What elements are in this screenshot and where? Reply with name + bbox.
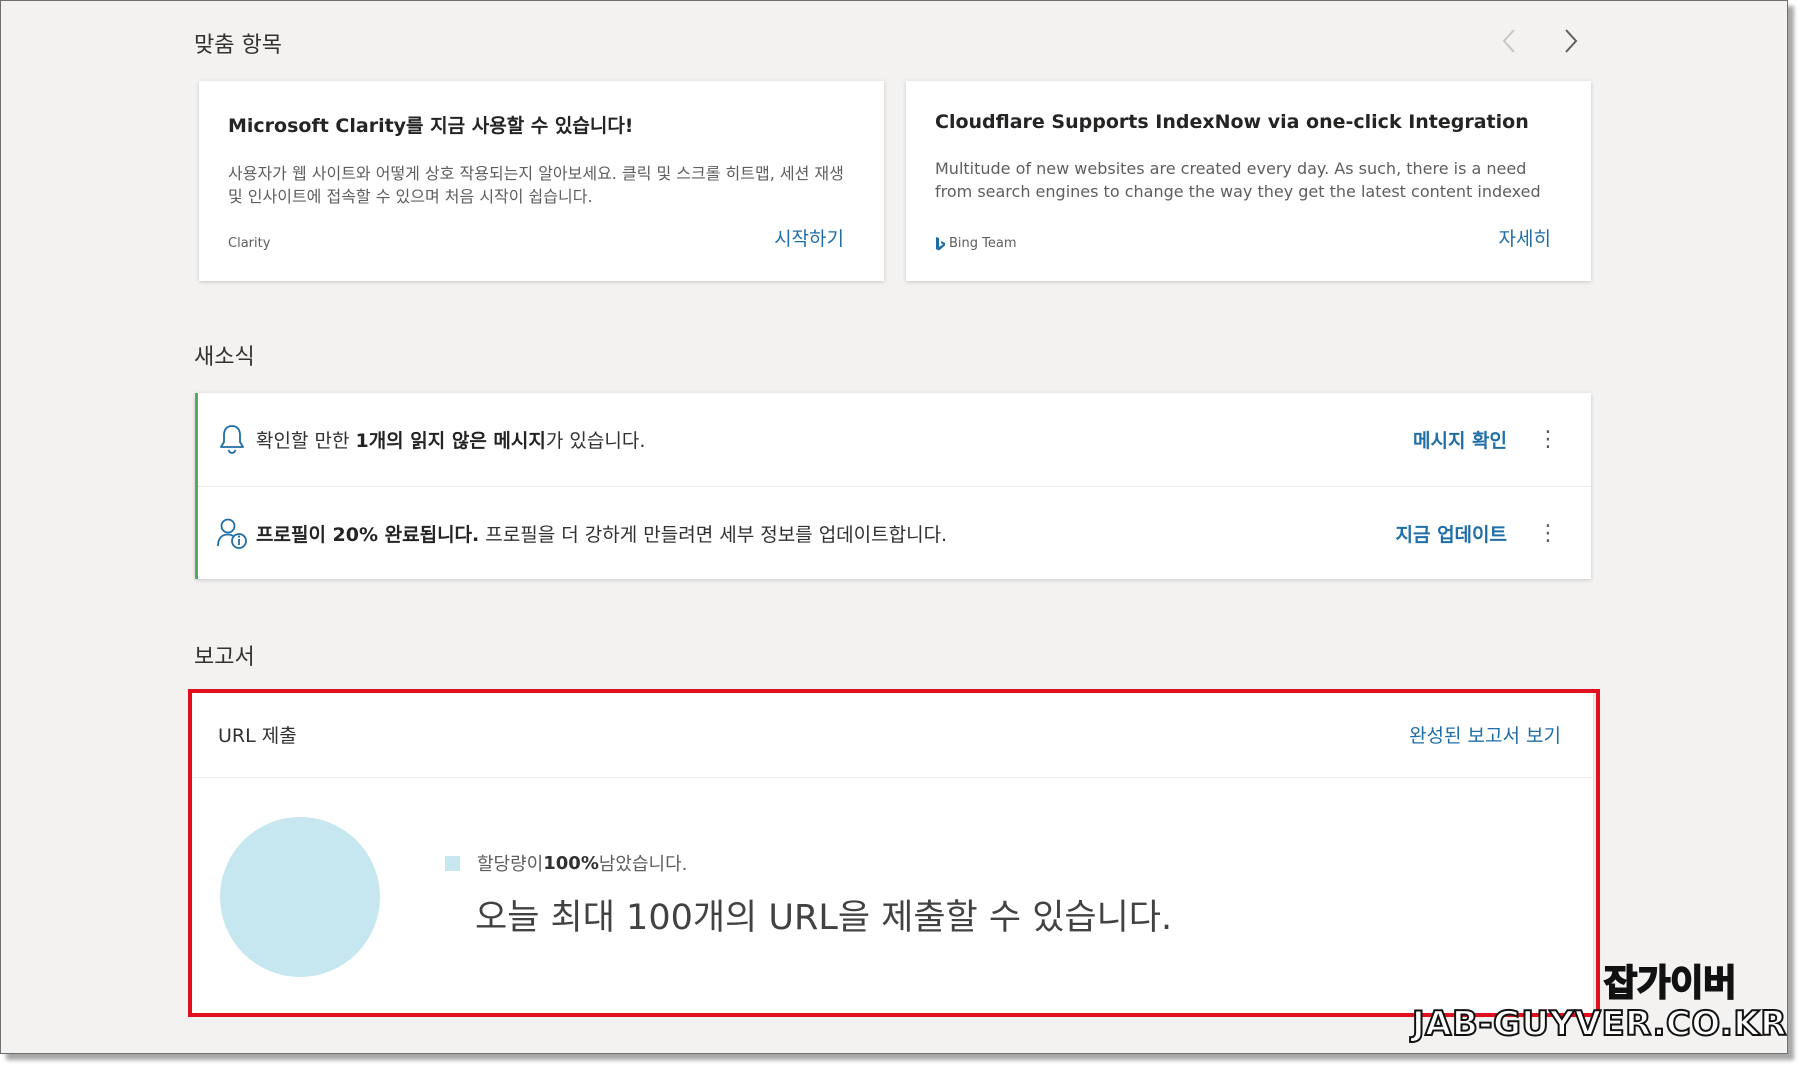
chevron-right-icon bbox=[1565, 29, 1578, 53]
watermark-title: 잡가이버 bbox=[1603, 962, 1737, 1005]
notification-row-profile: 프로필이 20% 완료됩니다. 프로필을 더 강하게 만들려면 세부 정보를 업… bbox=[198, 486, 1591, 580]
update-now-button[interactable]: 지금 업데이트 bbox=[1396, 520, 1508, 547]
notification-text-bold: 프로필이 20% 완료됩니다. bbox=[256, 524, 480, 546]
card-source-label: Bing Team bbox=[949, 236, 1017, 251]
recommendation-card-clarity: Microsoft Clarity를 지금 사용할 수 있습니다! 사용자가 웹… bbox=[199, 81, 884, 281]
notification-text: 확인할 만한 1개의 읽지 않은 메시지가 있습니다. bbox=[256, 426, 645, 453]
card-description: 사용자가 웹 사이트와 어떻게 상호 작용되는지 알아보세요. 클릭 및 스크롤… bbox=[228, 164, 844, 206]
learn-more-link[interactable]: 자세히 bbox=[1499, 224, 1551, 251]
more-options-icon[interactable]: ⋮ bbox=[1537, 521, 1559, 546]
profile-info-icon bbox=[217, 518, 247, 549]
bell-icon bbox=[220, 425, 244, 454]
news-section-title: 새소식 bbox=[194, 345, 255, 370]
recommendation-card-indexnow: Cloudflare Supports IndexNow via one-cli… bbox=[906, 81, 1591, 281]
card-source: Clarity bbox=[228, 236, 270, 251]
card-source-label: Clarity bbox=[228, 236, 271, 251]
card-title: Cloudflare Supports IndexNow via one-cli… bbox=[935, 111, 1529, 133]
notification-text: 프로필이 20% 완료됩니다. 프로필을 더 강하게 만들려면 세부 정보를 업… bbox=[256, 520, 947, 547]
view-messages-button[interactable]: 메시지 확인 bbox=[1413, 426, 1507, 453]
carousel-prev-button[interactable] bbox=[1491, 23, 1527, 59]
watermark-url: JAB-GUYVER.CO.KR bbox=[1411, 1003, 1787, 1045]
highlight-box bbox=[188, 689, 1600, 1017]
recommended-section-title: 맞춤 항목 bbox=[194, 33, 282, 58]
bing-logo-icon bbox=[936, 236, 945, 250]
more-options-icon[interactable]: ⋮ bbox=[1537, 427, 1559, 452]
notification-text-bold: 1개의 읽지 않은 메시지 bbox=[355, 430, 546, 452]
card-title: Microsoft Clarity를 지금 사용할 수 있습니다! bbox=[228, 115, 634, 137]
notification-text-post: 프로필을 더 강하게 만들려면 세부 정보를 업데이트합니다. bbox=[479, 524, 948, 546]
app-frame: 맞춤 항목 Microsoft Clarity를 지금 사용할 수 있습니다! … bbox=[0, 0, 1788, 1054]
card-description: Multitude of new websites are created ev… bbox=[935, 159, 1541, 201]
card-source: Bing Team bbox=[935, 236, 1017, 251]
notification-row-messages: 확인할 만한 1개의 읽지 않은 메시지가 있습니다. 메시지 확인 ⋮ bbox=[198, 393, 1591, 486]
notification-text-post: 가 있습니다. bbox=[545, 430, 646, 452]
reports-section-title: 보고서 bbox=[194, 645, 255, 670]
notification-list: 확인할 만한 1개의 읽지 않은 메시지가 있습니다. 메시지 확인 ⋮ 프로필… bbox=[195, 393, 1591, 579]
carousel-next-button[interactable] bbox=[1553, 23, 1589, 59]
notification-text-pre: 확인할 만한 bbox=[256, 430, 356, 452]
chevron-left-icon bbox=[1502, 29, 1515, 53]
get-started-link[interactable]: 시작하기 bbox=[774, 224, 844, 251]
